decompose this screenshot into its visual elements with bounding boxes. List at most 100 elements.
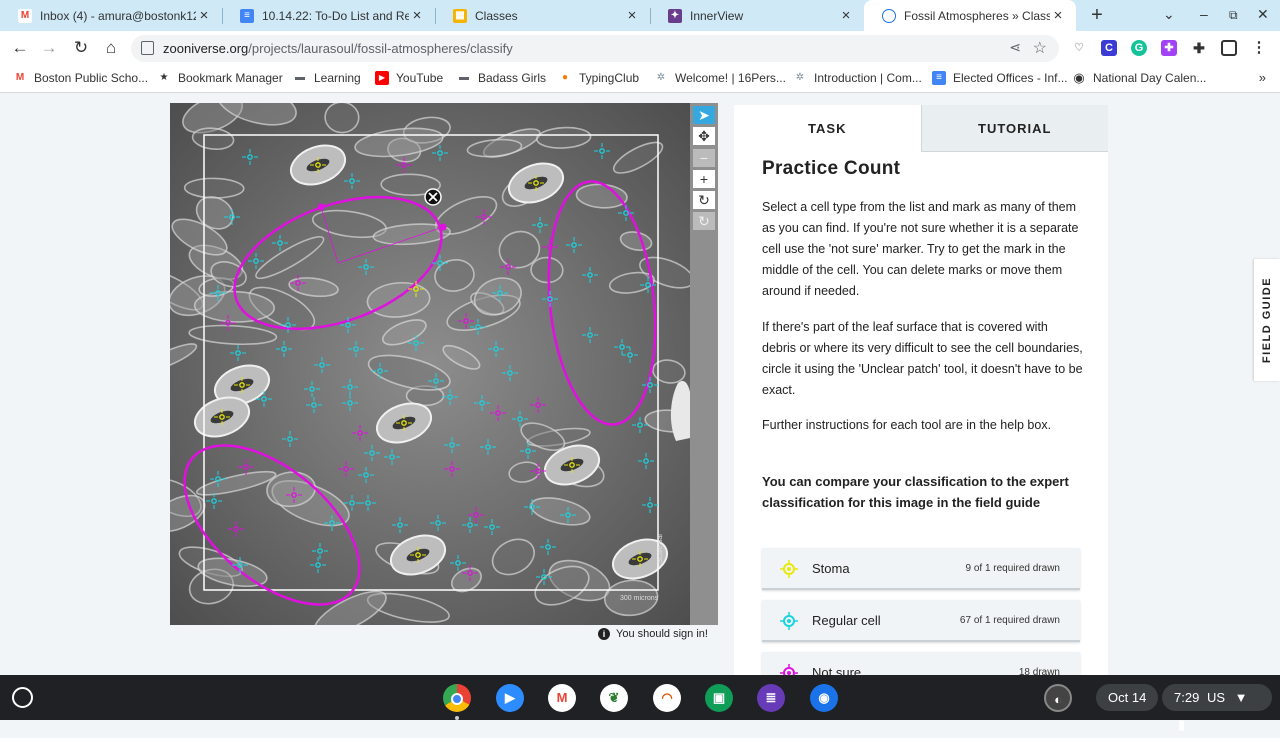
star-icon: ★ — [159, 72, 169, 83]
globe-icon: ✲ — [795, 72, 805, 83]
clock: 7:29 — [1174, 690, 1200, 705]
close-icon[interactable]: × — [838, 7, 854, 24]
camera-icon[interactable]: ◉ — [810, 684, 838, 712]
close-icon[interactable]: × — [196, 7, 212, 24]
task-title: Practice Count — [762, 158, 901, 179]
restore-icon[interactable]: ⧉ — [1229, 8, 1238, 23]
choice-count: 18 drawn — [1018, 667, 1060, 675]
minimize-icon[interactable]: – — [1200, 6, 1208, 22]
chrome-icon[interactable] — [443, 684, 471, 712]
site-info-icon[interactable] — [141, 41, 154, 55]
wifi-icon: ▼ — [1234, 690, 1248, 705]
leaf-micrograph[interactable]: Scale bar 300 microns — [170, 103, 690, 625]
bookmark-label: Learning — [314, 71, 361, 85]
bookmark-item[interactable]: ▬ Badass Girls — [457, 71, 546, 85]
field-guide-tab[interactable]: FIELD GUIDE — [1254, 259, 1280, 381]
globe-icon: ◉ — [1073, 70, 1085, 85]
instructions-paragraph: If there's part of the leaf surface that… — [762, 320, 1083, 397]
choice-label: Not sure — [812, 665, 862, 675]
pan-icon[interactable]: ✥ — [693, 127, 715, 145]
address-bar[interactable]: zooniverse.org/projects/laurasoul/fossil… — [131, 35, 1059, 62]
shield-icon[interactable]: ♡ — [1071, 40, 1087, 56]
tab-classes[interactable]: ▦ Classes × — [435, 0, 650, 31]
bookmark-item[interactable]: ✲ Introduction | Com... — [793, 71, 922, 85]
choice-not-sure[interactable]: Not sure 18 drawn — [762, 652, 1080, 675]
bookmark-item[interactable]: ◉ National Day Calen... — [1072, 70, 1206, 86]
zoom-icon[interactable]: ▶ — [496, 684, 524, 712]
cell-wall — [530, 256, 564, 284]
tab-innerview[interactable]: ✦ InnerView × — [650, 0, 864, 31]
leaf-app-icon[interactable]: ❦ — [600, 684, 628, 712]
pointer-icon[interactable]: ➤ — [693, 106, 715, 124]
close-window-icon[interactable]: ✕ — [1257, 6, 1269, 23]
bookmark-item[interactable]: ≡ Elected Offices - Inf... — [932, 71, 1068, 85]
tab-title: Classes — [475, 8, 518, 23]
home-icon[interactable]: ⌂ — [100, 37, 122, 59]
viewer-tools: ➤ ✥ − + ↻ ↻ — [690, 103, 718, 625]
tab-docs[interactable]: ≡ 10.14.22: To-Do List and Remi × — [222, 0, 435, 31]
menu-icon[interactable]: ⋮ — [1251, 40, 1267, 56]
reload-icon[interactable]: ↻ — [70, 37, 92, 59]
tab-task[interactable]: TASK — [734, 105, 921, 152]
input-method: US — [1206, 690, 1225, 705]
bookmark-label: Bookmark Manager — [178, 71, 283, 85]
date-display[interactable]: Oct 14 — [1096, 684, 1159, 711]
delete-mark-icon[interactable] — [424, 188, 442, 206]
sidepanel-icon[interactable] — [1221, 40, 1237, 56]
bookmark-item[interactable]: ▬ Learning — [293, 71, 361, 85]
close-icon[interactable]: × — [1050, 7, 1066, 24]
bookmark-item[interactable]: ✲ Welcome! | 16Pers... — [654, 71, 786, 85]
regular-cell-marker-icon — [780, 612, 798, 630]
share-icon[interactable]: ⋖ — [1009, 39, 1021, 56]
panel-tabs: TASK TUTORIAL — [734, 105, 1108, 152]
forward-icon[interactable]: → — [38, 37, 60, 59]
tab-gmail[interactable]: M Inbox (4) - amura@bostonk12 × — [0, 0, 222, 31]
classroom-icon: ▦ — [453, 8, 467, 23]
close-icon[interactable]: × — [624, 7, 640, 24]
bookmark-item[interactable]: ★ Bookmark Manager — [157, 71, 283, 85]
user-avatar-icon[interactable]: ◐ — [1044, 684, 1072, 712]
more-bookmarks-icon[interactable]: » — [1259, 70, 1266, 85]
forms-icon[interactable]: ≣ — [757, 684, 785, 712]
docs-icon: ≡ — [240, 8, 254, 23]
gmail-icon: M — [18, 8, 32, 23]
bookmark-item[interactable]: ● TypingClub — [558, 71, 639, 85]
choice-regular-cell[interactable]: Regular cell 67 of 1 required drawn — [762, 600, 1080, 642]
reset-icon[interactable]: ↻ — [693, 212, 715, 230]
sign-in-notice[interactable]: i You should sign in! — [598, 628, 708, 640]
scale-label: 300 microns — [620, 595, 659, 602]
classification-image[interactable]: Scale bar 300 microns — [170, 103, 690, 625]
zoom-in-icon[interactable]: + — [693, 170, 715, 188]
rainbow-app-icon[interactable]: ◠ — [653, 684, 681, 712]
bookmark-label: Boston Public Scho... — [34, 71, 149, 85]
close-icon[interactable]: × — [409, 7, 425, 24]
rotate-icon[interactable]: ↻ — [693, 191, 715, 209]
running-indicator — [455, 716, 459, 720]
instructions-paragraph: Select a cell type from the list and mar… — [762, 200, 1079, 298]
tab-search-icon[interactable]: ⌄ — [1163, 6, 1175, 23]
extensions-icon[interactable]: ✚ — [1191, 40, 1207, 56]
tab-zooniverse[interactable]: Fossil Atmospheres » Classify × — [864, 0, 1076, 31]
field-guide-label: FIELD GUIDE — [1261, 276, 1273, 364]
new-tab-icon[interactable]: + — [1086, 4, 1108, 26]
bookmark-label: Badass Girls — [478, 71, 547, 85]
back-icon[interactable]: ← — [9, 37, 31, 59]
choice-stoma[interactable]: Stoma 9 of 1 required drawn — [762, 548, 1080, 590]
instructions-paragraph: Further instructions for each tool are i… — [762, 418, 1052, 432]
bookmark-label: TypingClub — [579, 71, 640, 85]
zoom-out-icon[interactable]: − — [693, 149, 715, 167]
launcher-icon[interactable] — [12, 687, 33, 708]
grammarly-icon[interactable]: G — [1131, 40, 1147, 56]
bookmark-item[interactable]: M Boston Public Scho... — [13, 71, 148, 85]
status-area[interactable]: 7:29 US ▼ ▮ — [1162, 684, 1272, 732]
choice-label: Regular cell — [812, 613, 881, 628]
bookmark-star-icon[interactable]: ☆ — [1033, 38, 1047, 58]
classroom-icon[interactable]: ▣ — [705, 684, 733, 712]
gmail-icon[interactable]: M — [548, 684, 576, 712]
not-sure-marker-icon — [780, 664, 798, 675]
tab-tutorial[interactable]: TUTORIAL — [920, 105, 1108, 152]
bookmarks-bar: M Boston Public Scho... ★ Bookmark Manager… — [0, 65, 1280, 93]
extension-c-icon[interactable]: C — [1101, 40, 1117, 56]
bookmark-item[interactable]: ▶ YouTube — [375, 71, 443, 85]
extension-puzzle-color-icon[interactable]: ✚ — [1161, 40, 1177, 56]
